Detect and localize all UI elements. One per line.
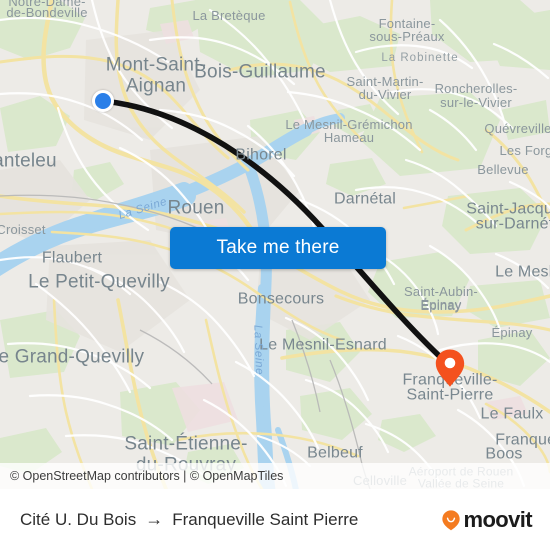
attribution-text[interactable]: © OpenStreetMap contributors | © OpenMap… [0, 469, 283, 483]
map-pin-icon [435, 349, 465, 387]
trip-destination-label: Franqueville Saint Pierre [172, 509, 359, 529]
destination-marker[interactable] [434, 348, 466, 388]
take-me-there-button[interactable]: Take me there [170, 227, 386, 269]
arrow-right-icon: → [145, 509, 164, 529]
footer-bar: Cité U. Du Bois → Franqueville Saint Pie… [0, 489, 550, 550]
moovit-trip-map-screen: Notre-Dame-de-Bondeville La Bretèque Fonta… [0, 0, 550, 550]
trip-origin-label: Cité U. Du Bois [20, 509, 137, 529]
map-attribution-bar: © OpenStreetMap contributors | © OpenMap… [0, 463, 550, 489]
map-canvas[interactable]: Notre-Dame-de-Bondeville La Bretèque Fonta… [0, 0, 550, 489]
moovit-pin-icon [442, 509, 461, 530]
trip-summary: Cité U. Du Bois → Franqueville Saint Pie… [20, 509, 358, 530]
origin-marker[interactable] [92, 90, 114, 112]
moovit-wordmark: moovit [463, 506, 532, 532]
moovit-logo[interactable]: moovit [440, 506, 533, 533]
